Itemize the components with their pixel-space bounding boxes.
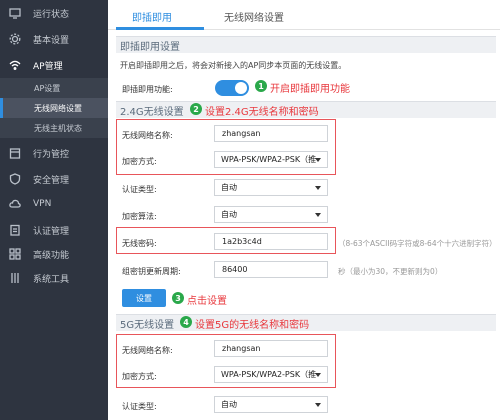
sidebar-item-label: 行为管控 (33, 149, 70, 160)
select-value: 自动 (221, 183, 237, 192)
cipher-select-2g[interactable]: 自动 (214, 206, 328, 223)
section-plug-and-play: 即插即用设置 (116, 36, 496, 53)
annotation-badge-2: 2 (190, 103, 202, 115)
sidebar-item-basic[interactable]: 基本设置 (0, 28, 108, 50)
sidebar-item-label: 基本设置 (33, 35, 70, 46)
tab-plug-and-play[interactable]: 即插即用 (132, 9, 172, 24)
calendar-icon (9, 147, 21, 159)
sidebar-item-security[interactable]: 安全管理 (0, 168, 108, 190)
encryption-select-2g[interactable]: WPA-PSK/WPA2-PSK（推 (214, 151, 328, 168)
tools-icon (9, 272, 21, 284)
password-hint-2g: （8-63个ASCII码字符或8-64个十六进制字符） (338, 239, 497, 248)
plug-and-play-toggle[interactable] (215, 80, 249, 96)
sidebar-item-label: 认证管理 (33, 226, 70, 237)
plug-description: 开启即插即用之后，将会对新接入的AP同步本页面的无线设置。 (120, 61, 347, 70)
chevron-down-icon (315, 373, 321, 377)
sidebar-item-vpn[interactable]: VPN (0, 193, 108, 215)
cloud-icon (9, 198, 21, 210)
sidebar-item-label: 运行状态 (33, 9, 70, 20)
subitem-label: 无线网络设置 (34, 103, 82, 113)
select-value: 自动 (221, 400, 237, 409)
section-title: 2.4G无线设置 (120, 106, 184, 118)
auth-type-select-5g[interactable]: 自动 (214, 396, 328, 413)
tab-bar: 即插即用 无线网络设置 (108, 0, 500, 30)
monitor-icon (9, 7, 21, 19)
subitem-label: 无线主机状态 (34, 123, 82, 133)
sidebar-item-status[interactable]: 运行状态 (0, 2, 108, 24)
rekey-input-2g[interactable]: 86400 (214, 261, 328, 278)
annotation-2: 设置2.4G无线名称和密码 (205, 107, 319, 118)
password-label-2g: 无线密码: (122, 239, 157, 248)
annotation-badge-3: 3 (172, 292, 184, 304)
sidebar-item-label: 安全管理 (33, 175, 70, 186)
ssid-input-2g[interactable]: zhangsan (214, 125, 328, 142)
sidebar-item-ap[interactable]: AP管理 (0, 54, 108, 76)
section-title: 即插即用设置 (120, 41, 180, 53)
sidebar-item-label: 高级功能 (33, 250, 70, 261)
annotation-1: 开启即插即用功能 (270, 84, 350, 95)
sidebar-submenu: AP设置 无线网络设置 无线主机状态 (0, 78, 108, 138)
main-content: 即插即用 无线网络设置 即插即用设置 开启即插即用之后，将会对新接入的AP同步本… (108, 0, 500, 420)
ssid-label-2g: 无线网络名称: (122, 131, 173, 140)
rekey-label-2g: 组密钥更新周期: (122, 267, 181, 276)
select-value: WPA-PSK/WPA2-PSK（推 (221, 370, 317, 379)
sidebar-item-label: 系统工具 (33, 274, 70, 285)
active-tab-indicator (116, 27, 204, 30)
password-input-2g[interactable]: 1a2b3c4d (214, 233, 328, 250)
select-value: WPA-PSK/WPA2-PSK（推 (221, 155, 317, 164)
annotation-badge-1: 1 (255, 80, 267, 92)
sidebar-subitem-wireless-hosts[interactable]: 无线主机状态 (0, 118, 108, 138)
sidebar-subitem-ap-settings[interactable]: AP设置 (0, 78, 108, 98)
chevron-down-icon (315, 403, 321, 407)
auth-type-label-2g: 认证类型: (122, 185, 157, 194)
encryption-label-5g: 加密方式: (122, 372, 157, 381)
auth-type-select-2g[interactable]: 自动 (214, 179, 328, 196)
tab-wireless-settings[interactable]: 无线网络设置 (224, 9, 284, 24)
sidebar-subitem-wireless-settings[interactable]: 无线网络设置 (0, 98, 108, 118)
chevron-down-icon (315, 158, 321, 162)
subitem-label: AP设置 (34, 83, 61, 93)
grid-icon (9, 248, 21, 260)
wifi-icon (9, 59, 21, 71)
ssid-input-5g[interactable]: zhangsan (214, 340, 328, 357)
ssid-label-5g: 无线网络名称: (122, 346, 173, 355)
encryption-label-2g: 加密方式: (122, 157, 157, 166)
sidebar-item-auth[interactable]: 认证管理 (0, 219, 108, 241)
chevron-down-icon (315, 186, 321, 190)
sidebar-item-label: VPN (33, 199, 52, 209)
annotation-3: 点击设置 (187, 296, 227, 307)
sidebar: 运行状态 基本设置 AP管理 AP设置 无线网络设置 无线主机状态 行为管控 安… (0, 0, 108, 420)
toggle-knob (235, 82, 247, 94)
shield-icon (9, 173, 21, 185)
encryption-select-5g[interactable]: WPA-PSK/WPA2-PSK（推 (214, 366, 328, 383)
cipher-label-2g: 加密算法: (122, 212, 157, 221)
toggle-label: 即插即用功能: (122, 85, 173, 94)
clipboard-icon (9, 224, 21, 236)
sidebar-item-behavior[interactable]: 行为管控 (0, 142, 108, 164)
annotation-badge-4: 4 (180, 316, 192, 328)
rekey-hint-2g: 秒（最小为30，不更新则为0） (338, 267, 443, 276)
sidebar-item-label: AP管理 (33, 61, 63, 72)
sidebar-item-tools[interactable]: 系统工具 (0, 267, 108, 289)
gear-icon (9, 33, 21, 45)
select-value: 自动 (221, 210, 237, 219)
auth-type-label-5g: 认证类型: (122, 402, 157, 411)
chevron-down-icon (315, 213, 321, 217)
section-title: 5G无线设置 (120, 319, 175, 331)
save-button[interactable]: 设置 (122, 289, 166, 307)
sidebar-item-advanced[interactable]: 高级功能 (0, 243, 108, 265)
annotation-4: 设置5G的无线名称和密码 (195, 320, 310, 331)
